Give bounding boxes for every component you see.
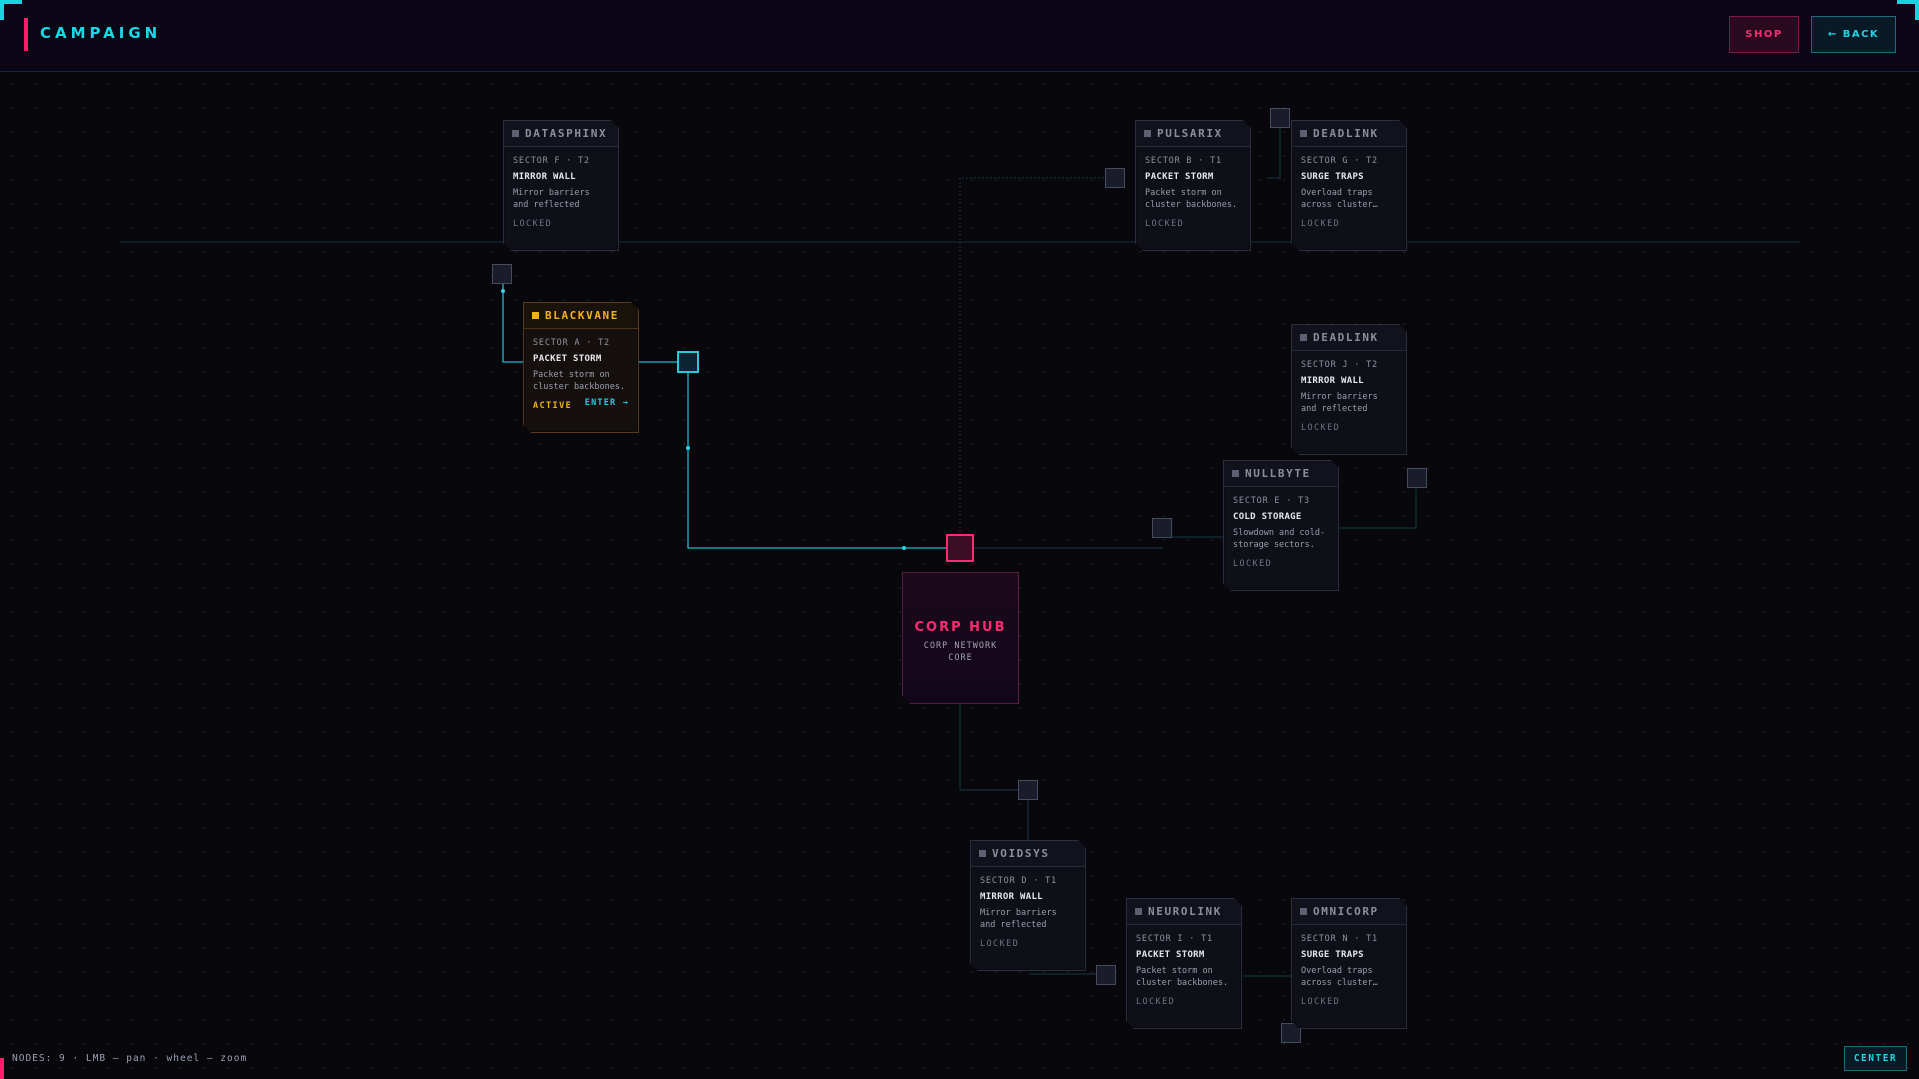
node-description: Mirror barriers and reflected attacks. (980, 908, 1057, 930)
node-status-square (1232, 470, 1239, 477)
node-modifier: MIRROR WALL (513, 172, 576, 182)
node-status: LOCKED (1145, 219, 1185, 229)
node-sector: SECTOR G · T2 (1301, 156, 1378, 166)
node-description: Packet storm on cluster backbones. (533, 370, 626, 392)
node-sector: SECTOR A · T2 (533, 338, 610, 348)
node-name: DEADLINK (1313, 331, 1379, 344)
node-modifier: PACKET STORM (1136, 950, 1205, 960)
node-name: OMNICORP (1313, 905, 1379, 918)
node-port[interactable] (1407, 468, 1427, 488)
node-status-square (1300, 334, 1307, 341)
node-port-active[interactable] (677, 351, 699, 373)
node-status: LOCKED (1301, 997, 1341, 1007)
corp-hub[interactable]: CORP HUB CORP NETWORK CORE (902, 572, 1019, 704)
center-button[interactable]: CENTER (1844, 1046, 1907, 1071)
node-status: LOCKED (1301, 423, 1341, 433)
footer-accent-bar (0, 1058, 4, 1079)
node-modifier: MIRROR WALL (980, 892, 1043, 902)
node-sector: SECTOR J · T2 (1301, 360, 1378, 370)
node-name: DEADLINK (1313, 127, 1379, 140)
node-status: LOCKED (980, 939, 1020, 949)
node-status: LOCKED (1301, 219, 1341, 229)
node-name: BLACKVANE (545, 309, 620, 322)
node-status: LOCKED (1136, 997, 1176, 1007)
node-sector: SECTOR B · T1 (1145, 156, 1222, 166)
node-modifier: COLD STORAGE (1233, 512, 1302, 522)
node-port[interactable] (1096, 965, 1116, 985)
node-description: Mirror barriers and reflected attacks. (513, 188, 590, 210)
node-port[interactable] (1270, 108, 1290, 128)
node-description: Packet storm on cluster backbones. (1136, 966, 1229, 988)
hub-port[interactable] (946, 534, 974, 562)
node-description: Mirror barriers and reflected attacks. (1301, 392, 1378, 414)
node-omnicorp[interactable]: OMNICORP SECTOR N · T1 SURGE TRAPS Overl… (1291, 898, 1407, 1029)
node-sector: SECTOR I · T1 (1136, 934, 1213, 944)
node-modifier: SURGE TRAPS (1301, 172, 1364, 182)
node-modifier: SURGE TRAPS (1301, 950, 1364, 960)
node-port[interactable] (492, 264, 512, 284)
node-status-square (1135, 908, 1142, 915)
node-name: NULLBYTE (1245, 467, 1311, 480)
node-sector: SECTOR F · T2 (513, 156, 590, 166)
node-status-square (1300, 130, 1307, 137)
node-neurolink[interactable]: NEUROLINK SECTOR I · T1 PACKET STORM Pac… (1126, 898, 1242, 1029)
node-blackvane[interactable]: BLACKVANE SECTOR A · T2 PACKET STORM Pac… (523, 302, 639, 433)
hub-subtitle: CORP NETWORK CORE (923, 641, 998, 663)
node-status-square (512, 130, 519, 137)
enter-button[interactable]: ENTER → (585, 398, 629, 408)
node-deadlink-g[interactable]: DEADLINK SECTOR G · T2 SURGE TRAPS Overl… (1291, 120, 1407, 251)
node-name: NEUROLINK (1148, 905, 1223, 918)
node-status: LOCKED (513, 219, 553, 229)
node-name: PULSARIX (1157, 127, 1223, 140)
node-description: Packet storm on cluster backbones. (1145, 188, 1238, 210)
node-status-square (1144, 130, 1151, 137)
node-pulsarix[interactable]: PULSARIX SECTOR B · T1 PACKET STORM Pack… (1135, 120, 1251, 251)
node-sector: SECTOR D · T1 (980, 876, 1057, 886)
node-status-square (979, 850, 986, 857)
node-description: Overload traps across cluster… (1301, 966, 1378, 988)
node-status: LOCKED (1233, 559, 1273, 569)
node-modifier: PACKET STORM (533, 354, 602, 364)
node-modifier: MIRROR WALL (1301, 376, 1364, 386)
node-port[interactable] (1018, 780, 1038, 800)
node-deadlink-j[interactable]: DEADLINK SECTOR J · T2 MIRROR WALL Mirro… (1291, 324, 1407, 455)
node-voidsys[interactable]: VOIDSYS SECTOR D · T1 MIRROR WALL Mirror… (970, 840, 1086, 971)
node-description: Slowdown and cold-storage sectors. (1233, 528, 1326, 550)
node-name: VOIDSYS (992, 847, 1050, 860)
node-port[interactable] (1152, 518, 1172, 538)
node-status-square (1300, 908, 1307, 915)
controls-hint: NODES: 9 · LMB — pan · wheel — zoom (12, 1053, 248, 1064)
hub-name: CORP HUB (914, 620, 1007, 635)
node-nullbyte[interactable]: NULLBYTE SECTOR E · T3 COLD STORAGE Slow… (1223, 460, 1339, 591)
node-port[interactable] (1105, 168, 1125, 188)
node-datasphinx[interactable]: DATASPHINX SECTOR F · T2 MIRROR WALL Mir… (503, 120, 619, 251)
node-sector: SECTOR E · T3 (1233, 496, 1310, 506)
node-description: Overload traps across cluster… (1301, 188, 1378, 210)
node-sector: SECTOR N · T1 (1301, 934, 1378, 944)
node-status-square (532, 312, 539, 319)
node-name: DATASPHINX (525, 127, 608, 140)
node-modifier: PACKET STORM (1145, 172, 1214, 182)
